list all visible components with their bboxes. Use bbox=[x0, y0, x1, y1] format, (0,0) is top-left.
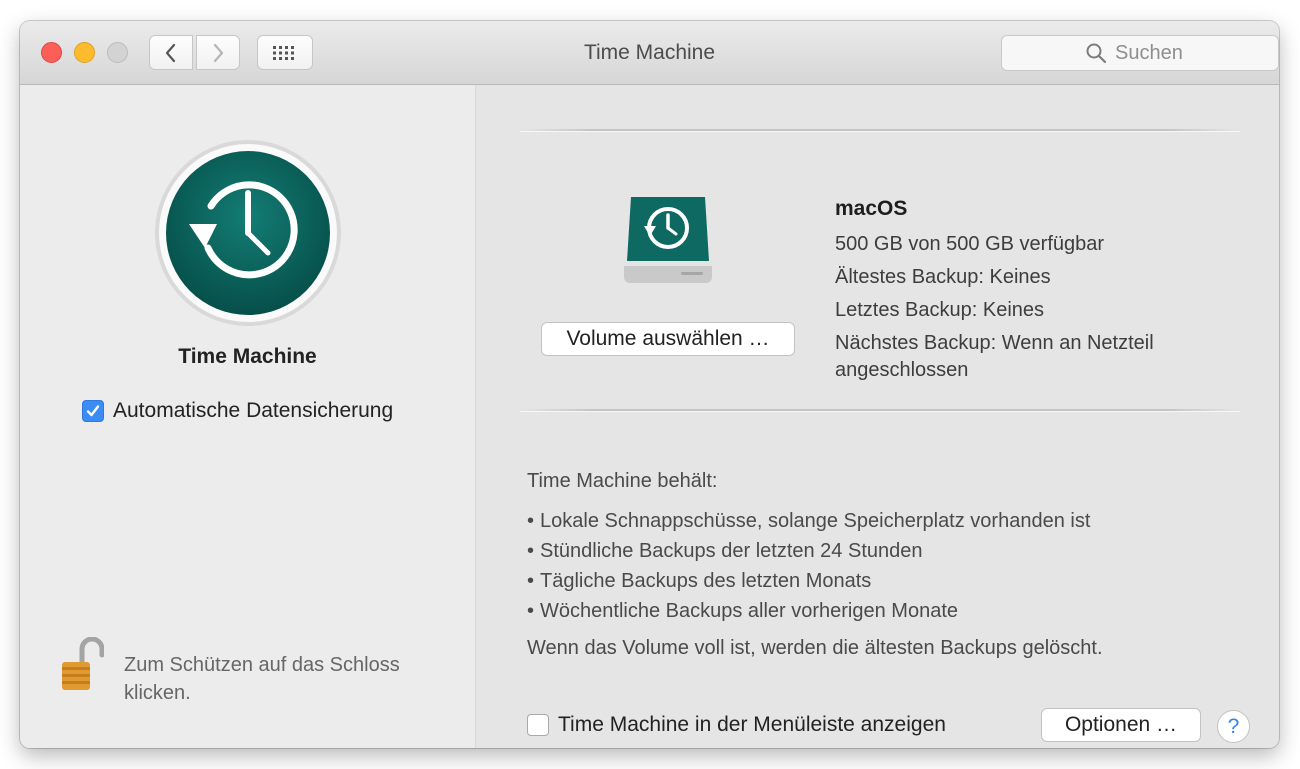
auto-backup-option[interactable]: Automatische Datensicherung bbox=[82, 399, 393, 423]
retention-title: Time Machine behält: bbox=[527, 470, 718, 492]
volume-info: macOS 500 GB von 500 GB verfügbar Ältest… bbox=[835, 197, 1255, 390]
sidebar: Time Machine Automatische Datensicherung… bbox=[20, 85, 476, 748]
lock-hint: Zum Schützen auf das Schloss klicken. bbox=[124, 654, 400, 704]
auto-backup-label: Automatische Datensicherung bbox=[113, 399, 394, 422]
menubar-label: Time Machine in der Menüleiste anzeigen bbox=[558, 713, 946, 736]
menubar-option[interactable]: Time Machine in der Menüleiste anzeigen bbox=[527, 713, 946, 737]
unlocked-padlock-icon[interactable] bbox=[60, 637, 104, 693]
options-button[interactable]: Optionen … bbox=[1041, 708, 1201, 742]
checkmark-icon bbox=[86, 405, 100, 417]
top-divider bbox=[520, 129, 1240, 132]
list-item: Wöchentliche Backups aller vorherigen Mo… bbox=[527, 596, 1267, 626]
list-item: Stündliche Backups der letzten 24 Stunde… bbox=[527, 536, 1267, 566]
auto-backup-checkbox[interactable] bbox=[82, 400, 104, 422]
select-volume-button[interactable]: Volume auswählen … bbox=[541, 322, 795, 356]
volume-name: macOS bbox=[835, 197, 908, 220]
list-item: Lokale Schnappschüsse, solange Speicherp… bbox=[527, 506, 1267, 536]
menubar-checkbox[interactable] bbox=[527, 714, 549, 736]
backup-disk-icon bbox=[624, 197, 712, 283]
lock-area: Zum Schützen auf das Schloss klicken. bbox=[60, 637, 454, 707]
middle-divider bbox=[520, 409, 1240, 412]
oldest-backup: Ältestes Backup: Keines bbox=[835, 266, 1051, 288]
list-item: Tägliche Backups des letzten Monats bbox=[527, 566, 1267, 596]
title-bar: Time Machine bbox=[20, 21, 1279, 85]
next-backup: Nächstes Backup: Wenn an Netzteil angesc… bbox=[835, 332, 1154, 381]
app-name: Time Machine bbox=[178, 345, 317, 368]
search-input[interactable] bbox=[1115, 41, 1195, 65]
preferences-window: Time Machine Time Machine bbox=[20, 21, 1279, 748]
time-machine-icon bbox=[155, 140, 341, 326]
help-button[interactable]: ? bbox=[1217, 710, 1250, 743]
main-panel: Volume auswählen … macOS 500 GB von 500 … bbox=[476, 85, 1279, 748]
retention-list: Lokale Schnappschüsse, solange Speicherp… bbox=[527, 506, 1267, 626]
volume-available: 500 GB von 500 GB verfügbar bbox=[835, 233, 1105, 255]
latest-backup: Letztes Backup: Keines bbox=[835, 299, 1045, 321]
retention-note: Wenn das Volume voll ist, werden die ält… bbox=[527, 637, 1103, 659]
magnifier-icon bbox=[1086, 43, 1107, 64]
retention-info: Time Machine behält: Lokale Schnappschüs… bbox=[527, 470, 1267, 660]
search-field[interactable] bbox=[1001, 35, 1279, 71]
